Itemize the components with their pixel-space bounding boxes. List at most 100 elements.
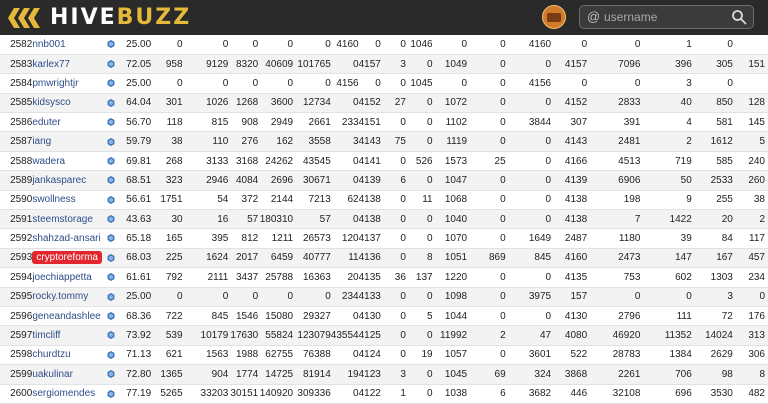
value-cell: 1624 [182, 248, 229, 269]
value-cell: 0 [467, 73, 506, 94]
value-cell: 36 [380, 267, 406, 288]
value-cell: 457 [732, 248, 768, 269]
value-cell: 1102 [432, 112, 468, 133]
value-cell: 4138 [551, 209, 588, 230]
value-cell: 56.70 [115, 112, 152, 133]
username-link[interactable]: uakulinar [32, 369, 73, 380]
username-link[interactable]: karlex77 [32, 59, 70, 70]
username-link[interactable]: steemstorage [32, 214, 93, 225]
value-cell: 1045 [432, 364, 468, 385]
value-cell: 7213 [293, 190, 331, 211]
value-cell: 0 [258, 73, 294, 94]
value-cell: 753 [587, 267, 641, 288]
username-cell: kidsysco [32, 93, 107, 114]
icon-cell [106, 131, 116, 152]
icon-cell [106, 345, 116, 366]
value-cell: 815 [182, 112, 229, 133]
hive-token-icon [107, 118, 115, 127]
value-cell: 1649 [505, 228, 552, 249]
value-cell: 75 [380, 131, 406, 152]
value-cell: 0 [358, 35, 381, 55]
brand-name-hive: HIVE [50, 5, 117, 30]
value-cell: 1 [640, 35, 692, 55]
username-link[interactable]: wadera [32, 156, 65, 167]
value-cell: 68.51 [115, 170, 152, 191]
username-link[interactable]: churdtzu [32, 349, 70, 360]
value-cell: 0 [505, 170, 552, 191]
value-cell: 4084 [228, 170, 259, 191]
value-cell: 234 [732, 267, 768, 288]
hivebuzz-logo[interactable]: HIVEBUZZ [6, 4, 191, 31]
value-cell: 0 [151, 287, 183, 307]
value-cell: 27 [380, 93, 406, 114]
icon-cell [106, 112, 116, 133]
value-cell: 0 [467, 54, 506, 75]
username-link[interactable]: timcliff [32, 330, 60, 341]
value-cell: 0 [151, 35, 183, 55]
value-cell: 16 [182, 209, 229, 230]
rank-cell: 2591 [0, 209, 33, 230]
search-input[interactable] [604, 8, 724, 26]
value-cell: 4135 [358, 267, 381, 288]
username-cell: steemstorage [32, 209, 107, 230]
value-cell: 1422 [640, 209, 692, 230]
value-cell: 72.80 [115, 364, 152, 385]
username-link[interactable]: shahzad-ansari [32, 233, 100, 244]
value-cell: 0 [467, 131, 506, 152]
username-cell: rocky.tommy [32, 287, 107, 307]
icon-cell [106, 35, 116, 55]
value-cell: 4152 [551, 93, 588, 114]
hive-token-icon [107, 176, 115, 185]
value-cell: 3133 [182, 151, 229, 172]
value-cell: 0 [182, 73, 229, 94]
value-cell: 165 [151, 228, 183, 249]
value-cell: 0 [467, 345, 506, 366]
username-link[interactable]: kidsysco [32, 97, 70, 108]
value-cell: 7096 [587, 54, 641, 75]
value-cell: 6459 [258, 248, 294, 269]
value-cell: 55824 [258, 325, 294, 346]
search-icon[interactable] [731, 9, 747, 25]
value-cell: 2 [732, 209, 768, 230]
value-cell: 28783 [587, 345, 641, 366]
rank-cell: 2589 [0, 170, 33, 191]
value-cell: 2696 [258, 170, 294, 191]
value-cell: 4139 [551, 170, 588, 191]
username-link[interactable]: nnb001 [32, 39, 65, 50]
username-cell: shahzad-ansari [32, 228, 107, 249]
username-link[interactable]: sergiomendes [32, 388, 95, 399]
user-avatar-icon[interactable] [542, 5, 566, 29]
value-cell: 0 [380, 325, 406, 346]
value-cell: 10179 [182, 325, 229, 346]
value-cell: 1047 [432, 170, 468, 191]
value-cell: 9129 [182, 54, 229, 75]
value-cell: 2 [467, 325, 506, 346]
value-cell: 0 [151, 73, 183, 94]
username-link[interactable]: eduter [32, 117, 60, 128]
value-cell: 1040 [432, 209, 468, 230]
username-link[interactable]: rocky.tommy [32, 291, 88, 302]
value-cell: 30671 [293, 170, 331, 191]
username-link[interactable]: joechiappetta [32, 272, 92, 283]
username-link[interactable]: pmwrightjr [32, 78, 78, 89]
value-cell: 19 [330, 364, 359, 385]
value-cell: 43545 [293, 151, 331, 172]
table-row: 2599 uakulinar 72.80 1365 904 1774 14725 81914 1… [0, 364, 768, 385]
value-cell: 1072 [432, 93, 468, 114]
username-link[interactable]: geneandashlee [32, 311, 100, 322]
username-link[interactable]: cryptoreforma [32, 251, 102, 265]
value-cell: 3 [640, 73, 692, 94]
username-link[interactable]: jankasparec [32, 175, 86, 186]
username-link[interactable]: iang [32, 136, 51, 147]
value-cell: 4122 [358, 384, 381, 404]
value-cell: 147 [640, 248, 692, 269]
brand-name: HIVEBUZZ [50, 5, 191, 30]
value-cell: 305 [691, 54, 733, 75]
rank-cell: 2598 [0, 345, 33, 366]
value-cell: 1038 [432, 384, 468, 404]
value-cell: 17630 [228, 325, 259, 346]
value-cell: 0 [467, 112, 506, 133]
value-cell: 57 [293, 209, 331, 230]
username-link[interactable]: swollness [32, 194, 75, 205]
value-cell: 0 [505, 190, 552, 211]
